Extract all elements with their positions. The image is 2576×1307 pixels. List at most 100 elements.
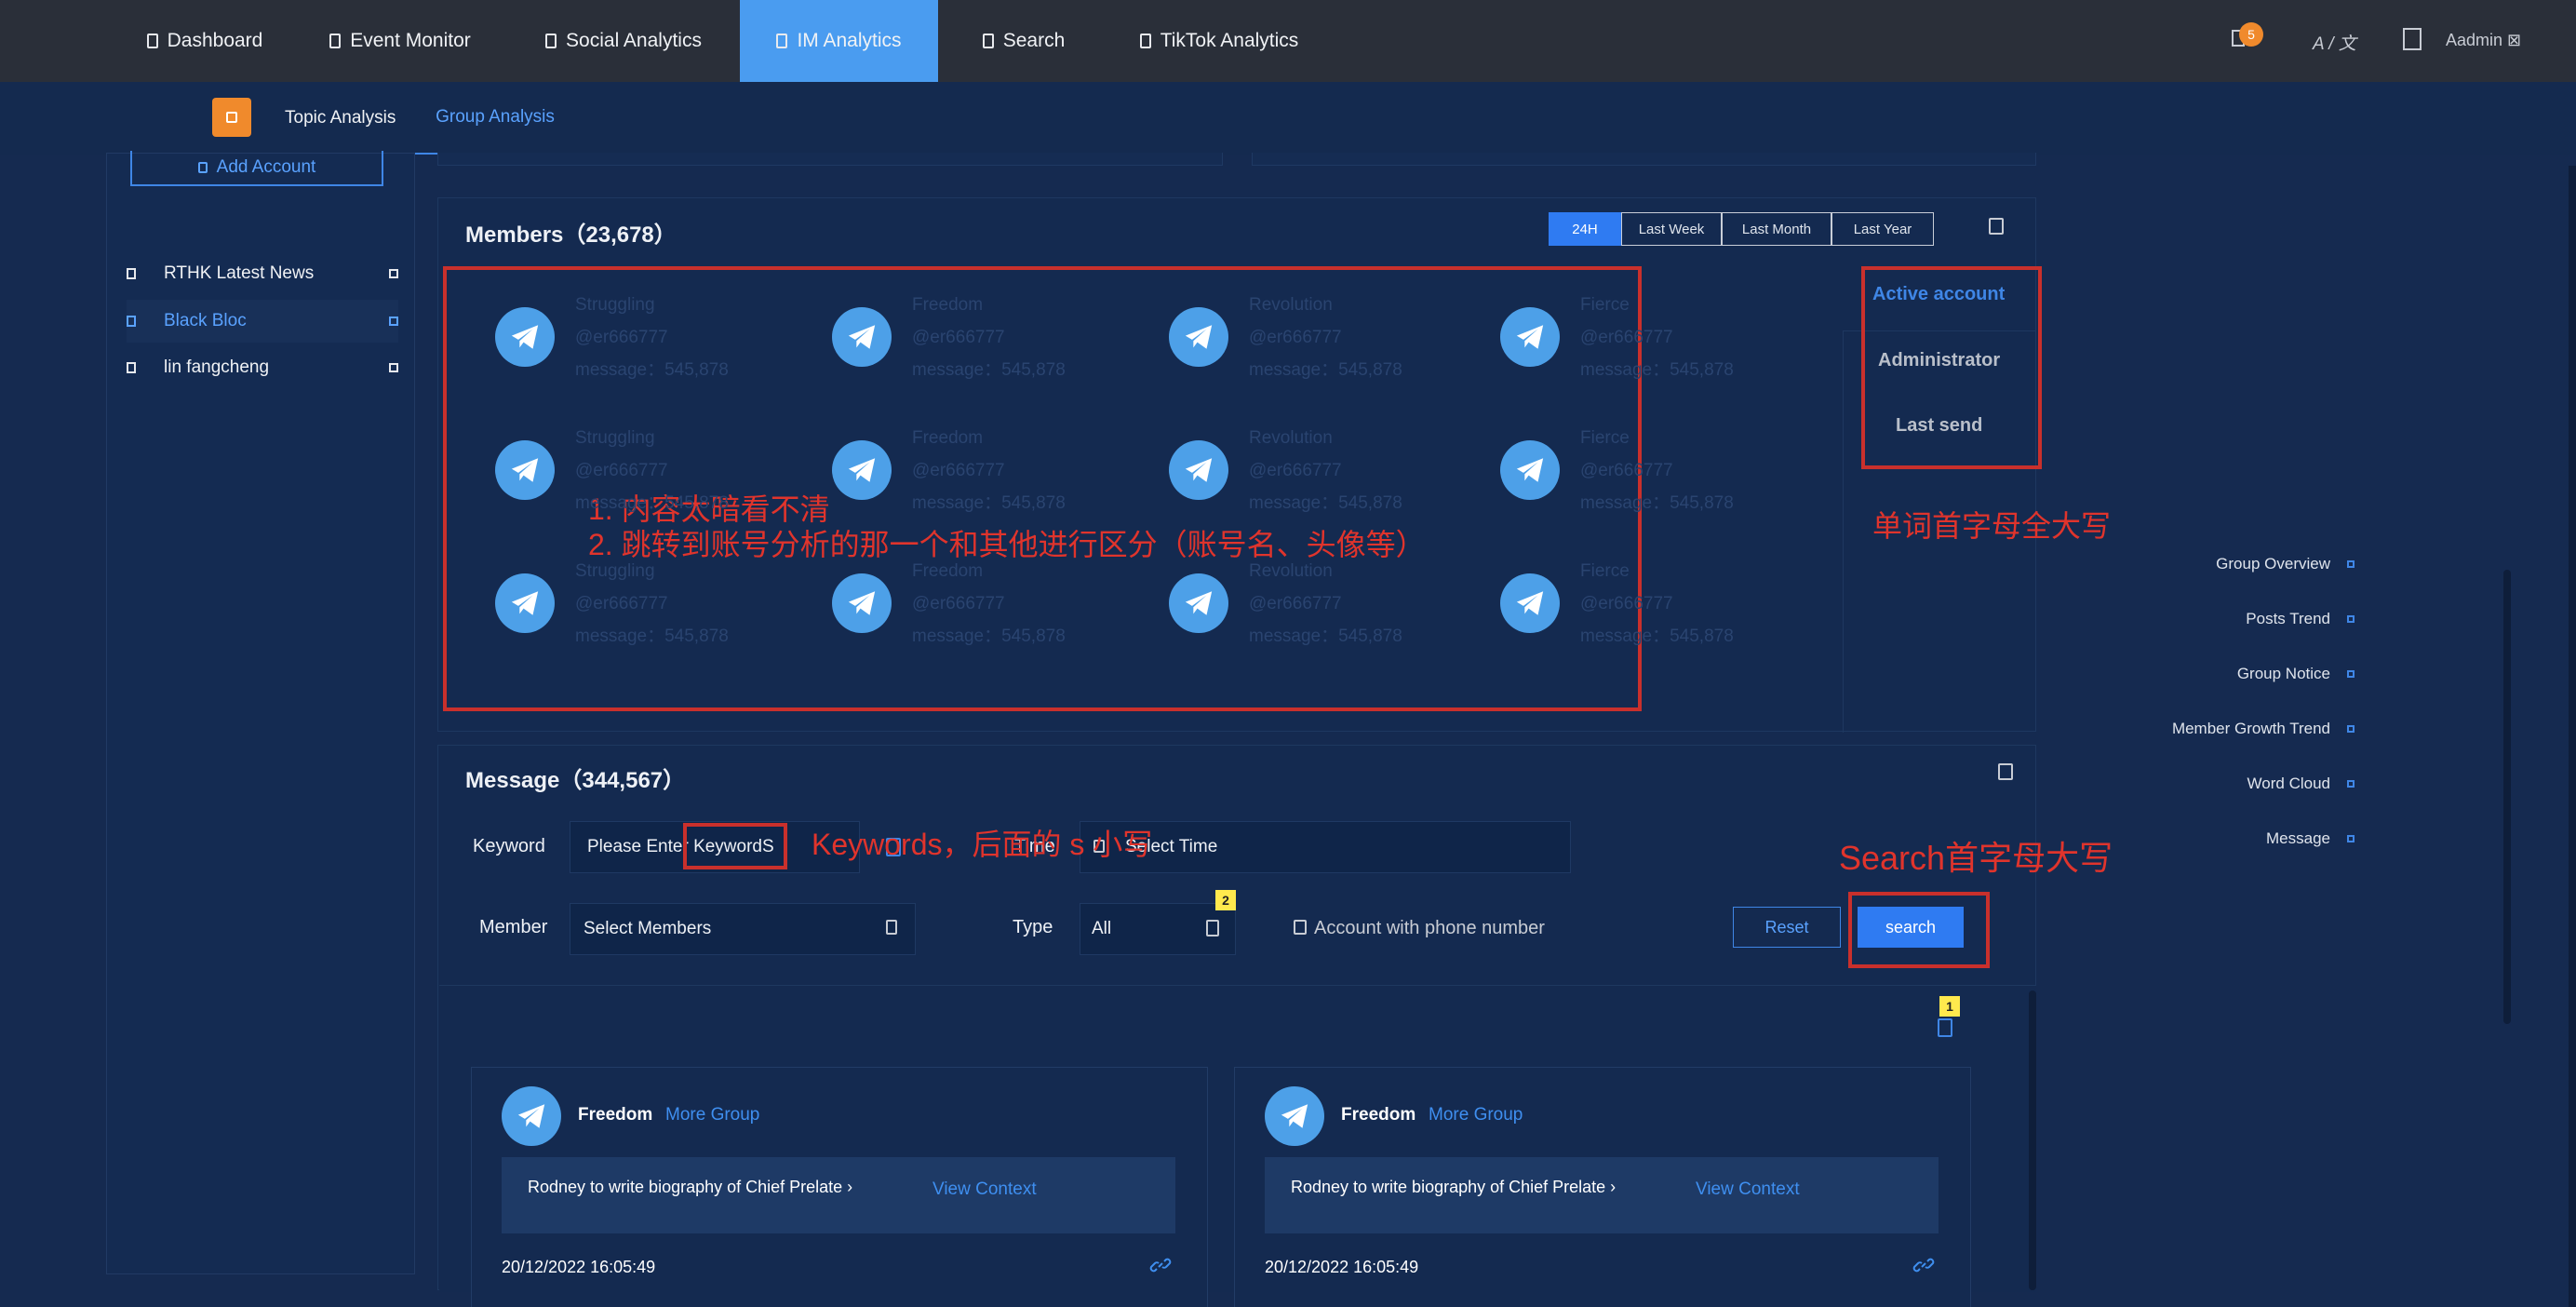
link-icon[interactable]	[1149, 1254, 1172, 1281]
right-nav-scrollbar[interactable]	[2503, 570, 2511, 1024]
more-group-link[interactable]: More Group	[665, 1105, 759, 1125]
annotation-keywords: Keywords，后面的 s 小写	[812, 828, 1153, 861]
range-last-week[interactable]: Last Week	[1621, 212, 1722, 246]
anchor-item[interactable]: Member Growth Trend	[2047, 720, 2355, 738]
member-name: Struggling	[575, 561, 655, 581]
event-monitor-icon	[329, 34, 342, 48]
im-analytics-icon	[776, 34, 788, 48]
anchor-item[interactable]: Posts Trend	[2047, 610, 2355, 628]
anchor-label: Word Cloud	[2247, 775, 2330, 792]
member-message: message：545,878	[1249, 360, 1402, 380]
members-expand-icon[interactable]	[1989, 218, 2004, 235]
member-avatar[interactable]	[832, 440, 892, 500]
member-avatar[interactable]	[495, 440, 555, 500]
member-avatar[interactable]	[1169, 573, 1228, 633]
time-input[interactable]: Select Time	[1080, 821, 1571, 873]
member-avatar[interactable]	[1169, 307, 1228, 367]
nav-im-analytics[interactable]: IM Analytics	[740, 0, 938, 82]
telegram-icon	[1516, 458, 1544, 482]
anchor-item[interactable]: Word Cloud	[2047, 775, 2355, 793]
message-expand-icon[interactable]	[1998, 763, 2013, 780]
member-avatar[interactable]	[832, 307, 892, 367]
more-icon[interactable]	[389, 317, 398, 326]
member-info[interactable]: Fierce @er666777 message：545,878	[1580, 422, 1734, 519]
member-clear-icon[interactable]	[886, 920, 897, 935]
member-handle: @er666777	[1249, 328, 1342, 347]
view-context-link[interactable]: View Context	[932, 1179, 1037, 1200]
channel-icon	[127, 316, 136, 327]
nav-tiktok-analytics[interactable]: TikTok Analytics	[1126, 0, 1312, 82]
sender-name[interactable]: Freedom	[1341, 1105, 1415, 1125]
member-info[interactable]: Freedom @er666777 message：545,878	[912, 289, 1066, 386]
nav-event-monitor[interactable]: Event Monitor	[316, 0, 484, 82]
social-analytics-icon	[545, 34, 557, 48]
sender-name[interactable]: Freedom	[578, 1105, 652, 1125]
sender-avatar[interactable]	[1265, 1086, 1324, 1146]
range-last-year[interactable]: Last Year	[1831, 212, 1934, 246]
telegram-icon	[517, 1104, 545, 1128]
sender-avatar[interactable]	[502, 1086, 561, 1146]
member-avatar[interactable]	[832, 573, 892, 633]
telegram-icon	[511, 325, 539, 349]
member-select[interactable]: Select Members	[570, 903, 916, 955]
member-info[interactable]: Struggling @er666777 message：545,878	[575, 289, 729, 386]
user-menu[interactable]: Aadmin ⊠	[2446, 31, 2521, 50]
language-switch[interactable]: A / 文	[2313, 30, 2356, 55]
range-last-month[interactable]: Last Month	[1722, 212, 1831, 246]
member-message: message：545,878	[912, 360, 1066, 380]
menu-icon	[226, 112, 237, 123]
member-avatar[interactable]	[495, 307, 555, 367]
member-info[interactable]: Freedom @er666777 message：545,878	[912, 422, 1066, 519]
member-avatar[interactable]	[1500, 573, 1560, 633]
member-avatar[interactable]	[1169, 440, 1228, 500]
sidebar-item-black-bloc[interactable]: Black Bloc	[127, 300, 398, 343]
annotation-badge-1: 1	[1939, 996, 1960, 1017]
member-info[interactable]: Struggling @er666777 message：545,878	[575, 555, 729, 653]
more-icon[interactable]	[389, 363, 398, 372]
anchor-dot-icon	[2347, 780, 2355, 788]
member-message: message：545,878	[1580, 360, 1734, 380]
phone-checkbox[interactable]	[1294, 920, 1307, 935]
more-group-link[interactable]: More Group	[1429, 1105, 1523, 1125]
member-avatar[interactable]	[1500, 440, 1560, 500]
page-scrollbar[interactable]	[2569, 166, 2576, 1307]
search-nav-icon	[982, 34, 994, 48]
sidebar-item-label: lin fangcheng	[164, 357, 270, 377]
add-account-label: Add Account	[216, 157, 316, 177]
nav-event-monitor-label: Event Monitor	[350, 30, 471, 51]
nav-search[interactable]: Search	[959, 0, 1089, 82]
member-avatar[interactable]	[495, 573, 555, 633]
sidebar-item-rthk[interactable]: RTHK Latest News	[127, 252, 398, 295]
add-icon	[197, 162, 208, 173]
tab-topic-analysis[interactable]: Topic Analysis	[285, 108, 396, 128]
phone-checkbox-label[interactable]: Account with phone number	[1314, 918, 1545, 939]
range-24h[interactable]: 24H	[1549, 212, 1621, 246]
member-info[interactable]: Freedom @er666777 message：545,878	[912, 555, 1066, 653]
anchor-item[interactable]: Message	[2047, 829, 2355, 848]
anchor-item[interactable]: Group Overview	[2047, 555, 2355, 573]
view-context-link[interactable]: View Context	[1696, 1179, 1800, 1200]
member-info[interactable]: Fierce @er666777 message：545,878	[1580, 555, 1734, 653]
layout-toggle-icon[interactable]	[1938, 1018, 1952, 1037]
link-icon[interactable]	[1912, 1254, 1935, 1281]
member-name: Fierce	[1580, 561, 1630, 581]
chevron-down-icon[interactable]	[1206, 920, 1219, 936]
nav-social-analytics[interactable]: Social Analytics	[530, 0, 717, 82]
tab-group-analysis[interactable]: Group Analysis	[413, 82, 577, 155]
reset-button[interactable]: Reset	[1733, 907, 1841, 948]
more-icon[interactable]	[389, 269, 398, 278]
menu-toggle-button[interactable]	[212, 98, 251, 137]
sidebar-item-lin-fangcheng[interactable]: lin fangcheng	[127, 346, 398, 389]
message-text[interactable]: Rodney to write biography of Chief Prela…	[1291, 1178, 1616, 1197]
add-account-button[interactable]: Add Account	[130, 151, 383, 186]
anchor-item[interactable]: Group Notice	[2047, 665, 2355, 683]
member-info[interactable]: Struggling @er666777 message：545,878	[575, 422, 729, 519]
member-info[interactable]: Revolution @er666777 message：545,878	[1249, 289, 1402, 386]
message-text[interactable]: Rodney to write biography of Chief Prela…	[528, 1178, 852, 1197]
nav-dashboard[interactable]: Dashboard	[130, 0, 279, 82]
member-info[interactable]: Revolution @er666777 message：545,878	[1249, 422, 1402, 519]
results-scrollbar[interactable]	[2029, 990, 2036, 1290]
member-info[interactable]: Revolution @er666777 message：545,878	[1249, 555, 1402, 653]
member-info[interactable]: Fierce @er666777 message：545,878	[1580, 289, 1734, 386]
member-avatar[interactable]	[1500, 307, 1560, 367]
